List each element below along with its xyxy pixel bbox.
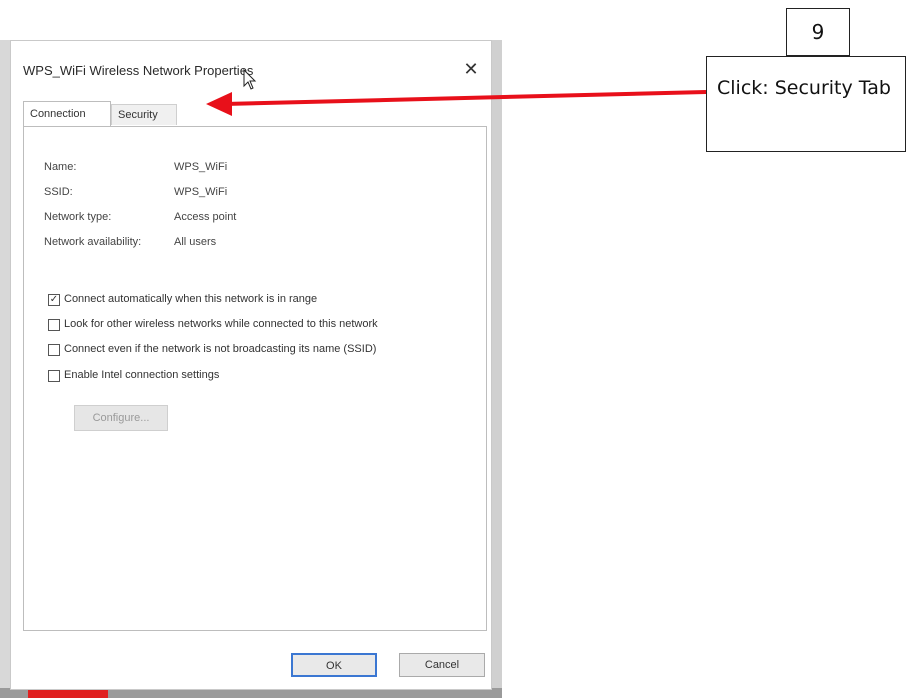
instruction-callout: Click: Security Tab [706, 56, 906, 152]
step-number-badge: 9 [786, 8, 850, 56]
